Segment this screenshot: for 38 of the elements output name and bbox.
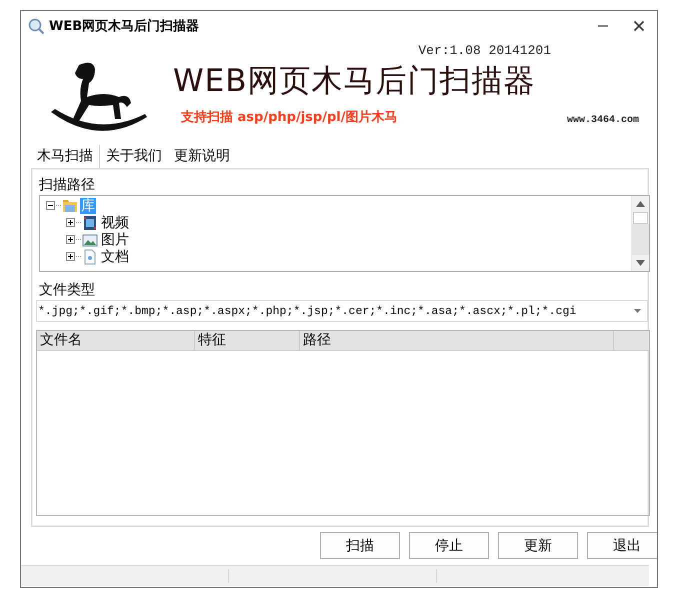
expand-icon[interactable] [66, 235, 75, 244]
tree-item[interactable]: 文档 [100, 248, 130, 264]
button[interactable]: 更新 [498, 532, 578, 559]
document-icon [82, 248, 98, 264]
film-icon [82, 214, 98, 230]
scroll-down-icon[interactable] [636, 260, 645, 266]
tab[interactable]: 关于我们 [100, 145, 168, 168]
collapse-icon[interactable] [46, 201, 55, 210]
file-type-label: 文件类型 [39, 281, 96, 300]
scan-path-label: 扫描路径 [39, 176, 96, 195]
app-title: WEB网页木马后门扫描器 [173, 62, 537, 101]
button[interactable]: 扫描 [320, 532, 400, 559]
version-label: Ver:1.08 20141201 [418, 43, 551, 58]
tagline: 支持扫描 asp/php/jsp/pl/图片木马 [181, 109, 398, 126]
expand-icon[interactable] [66, 252, 75, 261]
website-label: www.3464.com [566, 115, 639, 126]
column-header[interactable]: 特征 [195, 331, 300, 350]
window-title: WEB网页木马后门扫描器 [49, 18, 200, 35]
landscape-icon [82, 232, 98, 248]
button[interactable]: 退出 [587, 532, 657, 559]
tab[interactable]: 木马扫描 [31, 145, 100, 168]
results-list[interactable]: 文件名 特征 路径 [36, 330, 650, 516]
tab[interactable]: 更新说明 [168, 145, 236, 168]
folder-tree[interactable]: 库 视频 图片 文档 [39, 195, 650, 272]
tree-item[interactable]: 视频 [100, 214, 130, 230]
scrollbar[interactable] [631, 196, 649, 271]
close-icon[interactable] [633, 20, 645, 32]
button[interactable]: 停止 [409, 532, 489, 559]
folder-icon [62, 198, 78, 214]
column-header[interactable]: 文件名 [37, 331, 195, 350]
scroll-thumb[interactable] [633, 212, 648, 224]
column-header[interactable]: 路径 [300, 331, 614, 350]
magnifier-icon [27, 17, 45, 35]
expand-icon[interactable] [66, 218, 75, 227]
caret-icon[interactable] [634, 309, 641, 313]
tree-item[interactable]: 图片 [100, 232, 130, 248]
scroll-up-icon[interactable] [636, 201, 645, 207]
file-type-dropdown[interactable]: *.jpg;*.gif;*.bmp;*.asp;*.aspx;*.php;*.jsp;*.cer;*.inc;*.asa;*.ascx;*.pl;*.cgi [36, 300, 648, 322]
